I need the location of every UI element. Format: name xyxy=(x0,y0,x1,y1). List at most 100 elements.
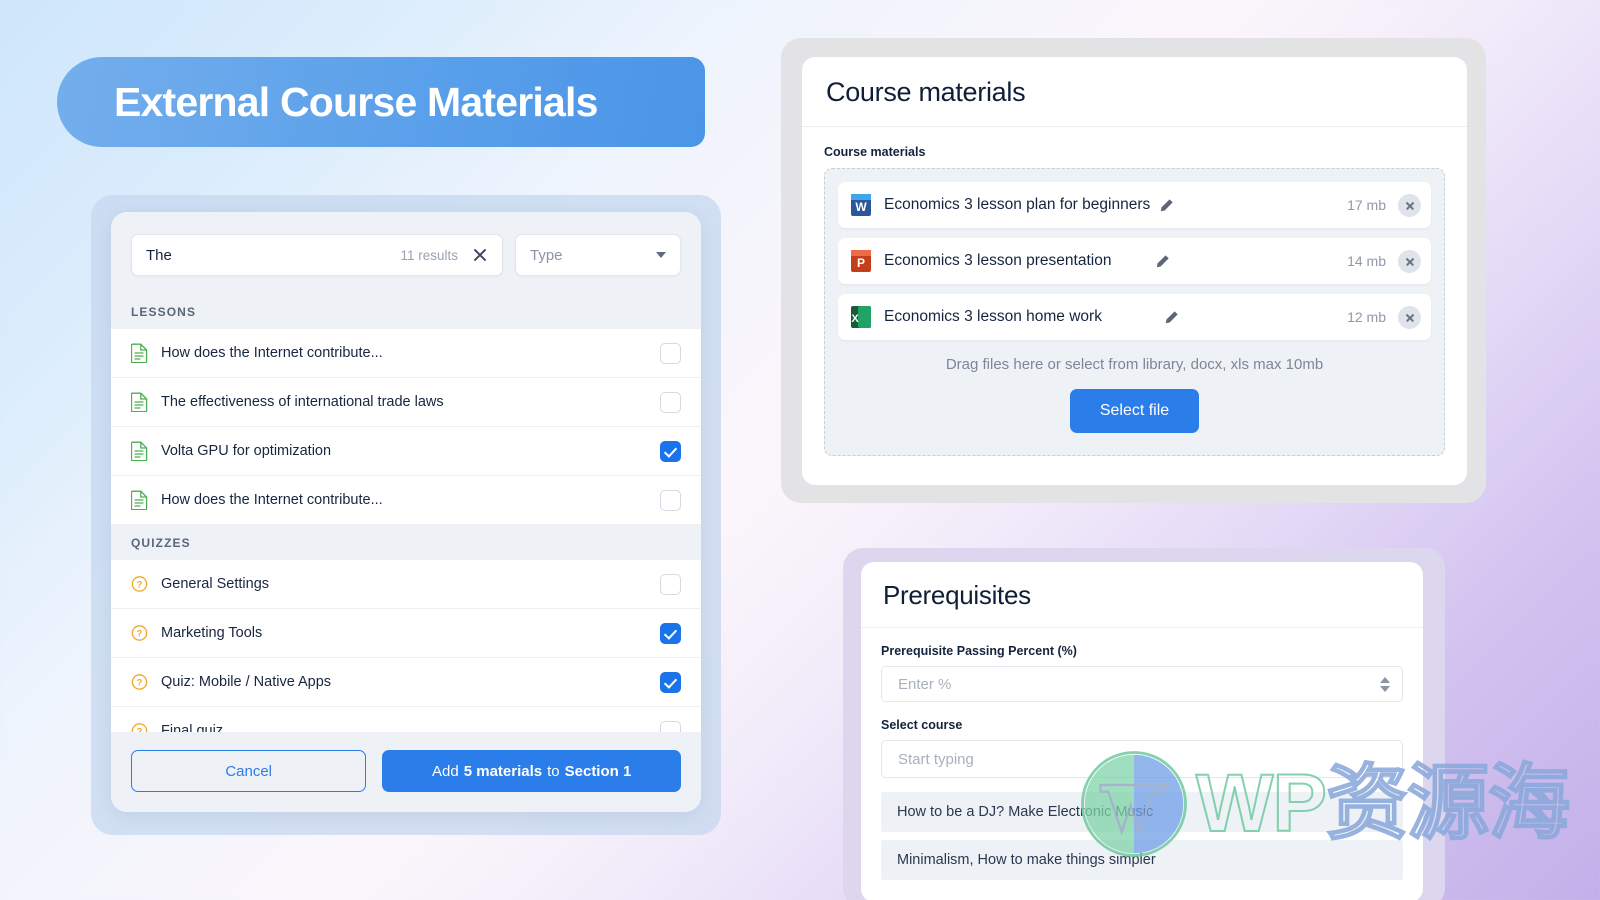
add-button-middle: to xyxy=(547,762,560,780)
course-materials-header: Course materials xyxy=(802,57,1467,127)
search-input-value: The xyxy=(146,246,172,264)
quiz-icon: ? xyxy=(131,576,148,592)
list-item-label: Volta GPU for optimization xyxy=(161,443,332,459)
course-materials-card: Course materials Course materials W Econ… xyxy=(802,57,1467,485)
drop-hint-text: Drag files here or select from library, … xyxy=(945,356,1324,373)
list-item[interactable]: How does the Internet contribute... xyxy=(111,329,701,378)
list-item-checkbox[interactable] xyxy=(660,391,681,413)
course-materials-field-label: Course materials xyxy=(824,145,926,159)
quiz-icon: ? xyxy=(131,723,148,732)
select-file-wrap: Select file xyxy=(838,389,1431,433)
file-row[interactable]: P Economics 3 lesson presentation 14 mb xyxy=(838,238,1431,284)
list-item[interactable]: ? Quiz: Mobile / Native Apps xyxy=(111,658,701,707)
document-icon xyxy=(131,392,148,412)
excel-file-icon: X xyxy=(851,306,871,328)
close-circle-icon[interactable] xyxy=(1398,305,1421,329)
number-spinner[interactable] xyxy=(1380,676,1396,692)
pencil-icon[interactable] xyxy=(1164,310,1179,325)
chevron-down-icon xyxy=(656,252,666,258)
prerequisites-body: Prerequisite Passing Percent (%) Enter %… xyxy=(861,628,1423,880)
file-size: 14 mb xyxy=(1347,253,1386,269)
list-item[interactable]: ? General Settings xyxy=(111,560,701,609)
file-name: Economics 3 lesson plan for beginners xyxy=(884,196,1151,213)
group-header-lessons: LESSONS xyxy=(111,294,701,329)
list-item[interactable]: Volta GPU for optimization xyxy=(111,427,701,476)
select-file-button[interactable]: Select file xyxy=(1069,389,1200,433)
pencil-icon[interactable] xyxy=(1155,254,1170,269)
prerequisites-title: Prerequisites xyxy=(883,580,1031,610)
list-item-checkbox[interactable] xyxy=(660,622,681,644)
svg-text:?: ? xyxy=(137,678,143,688)
list-item-checkbox[interactable] xyxy=(660,440,681,462)
passing-percent-placeholder: Enter % xyxy=(898,675,952,693)
add-button-section: Section 1 xyxy=(564,762,632,780)
course-suggestion-item[interactable]: Minimalism, How to make things simpler xyxy=(881,840,1403,880)
svg-text:?: ? xyxy=(137,580,143,590)
list-item[interactable]: The effectiveness of international trade… xyxy=(111,378,701,427)
material-list[interactable]: LESSONS How does the Internet contribute… xyxy=(111,294,701,732)
search-input[interactable]: The 11 results xyxy=(131,234,503,276)
group-header-quizzes: QUIZZES xyxy=(111,525,701,560)
document-icon xyxy=(131,441,148,461)
file-size: 17 mb xyxy=(1347,197,1386,213)
list-item-label: The effectiveness of international trade… xyxy=(161,394,444,410)
list-item-checkbox[interactable] xyxy=(660,489,681,511)
material-picker-dialog: The 11 results Type LESSONS How does the… xyxy=(111,212,701,812)
page-title: External Course Materials xyxy=(114,78,598,125)
file-dropzone[interactable]: W Economics 3 lesson plan for beginners … xyxy=(824,168,1445,456)
type-filter-select[interactable]: Type xyxy=(515,234,681,276)
svg-text:P: P xyxy=(857,256,865,270)
spinner-down-icon[interactable] xyxy=(1380,685,1390,692)
add-materials-button[interactable]: Add 5 materials to Section 1 xyxy=(382,750,681,792)
word-file-icon: W xyxy=(851,194,871,216)
list-item-label: Quiz: Mobile / Native Apps xyxy=(161,674,332,690)
list-item[interactable]: ? Final quiz xyxy=(111,707,701,732)
list-item[interactable]: How does the Internet contribute... xyxy=(111,476,701,525)
document-icon xyxy=(131,343,148,363)
course-materials-body: Course materials W Economics 3 lesson pl… xyxy=(802,127,1467,485)
close-circle-icon[interactable] xyxy=(1398,193,1421,217)
close-icon[interactable] xyxy=(472,247,488,263)
add-button-prefix: Add xyxy=(432,762,459,780)
prerequisites-header: Prerequisites xyxy=(861,562,1423,628)
powerpoint-file-icon: P xyxy=(851,250,871,272)
spinner-up-icon[interactable] xyxy=(1380,676,1390,683)
file-size: 12 mb xyxy=(1347,309,1386,325)
picker-footer: Cancel Add 5 materials to Section 1 xyxy=(111,732,701,812)
search-results-count: 11 results xyxy=(400,247,458,263)
svg-text:W: W xyxy=(855,200,867,214)
list-item-label: How does the Internet contribute... xyxy=(161,492,383,508)
pencil-icon[interactable] xyxy=(1159,198,1174,213)
list-item-label: Marketing Tools xyxy=(161,625,263,641)
course-suggestion-item[interactable]: How to be a DJ? Make Electronic Music xyxy=(881,792,1403,832)
list-item[interactable]: ? Marketing Tools xyxy=(111,609,701,658)
type-filter-label: Type xyxy=(530,246,563,264)
page-title-banner: External Course Materials xyxy=(57,57,705,147)
passing-percent-label: Prerequisite Passing Percent (%) xyxy=(881,644,1077,658)
list-item-checkbox[interactable] xyxy=(660,573,681,595)
prerequisites-card: Prerequisites Prerequisite Passing Perce… xyxy=(861,562,1423,900)
list-item-label: Final quiz xyxy=(161,723,224,732)
passing-percent-input[interactable]: Enter % xyxy=(881,666,1403,702)
file-row[interactable]: X Economics 3 lesson home work 12 mb xyxy=(838,294,1431,340)
document-icon xyxy=(131,490,148,510)
close-circle-icon[interactable] xyxy=(1398,249,1421,273)
picker-toolbar: The 11 results Type xyxy=(111,212,701,294)
list-item-label: General Settings xyxy=(161,576,270,592)
list-item-label: How does the Internet contribute... xyxy=(161,345,383,361)
cancel-button[interactable]: Cancel xyxy=(131,750,367,792)
quiz-icon: ? xyxy=(131,674,148,690)
course-materials-title: Course materials xyxy=(826,77,1026,107)
select-course-label: Select course xyxy=(881,718,963,732)
svg-text:?: ? xyxy=(137,629,143,639)
file-name: Economics 3 lesson home work xyxy=(884,308,1102,325)
list-item-checkbox[interactable] xyxy=(660,720,681,732)
list-item-checkbox[interactable] xyxy=(660,342,681,364)
svg-text:X: X xyxy=(851,313,859,325)
quiz-icon: ? xyxy=(131,625,148,641)
select-course-input[interactable]: Start typing xyxy=(881,740,1403,778)
file-name: Economics 3 lesson presentation xyxy=(884,252,1112,269)
list-item-checkbox[interactable] xyxy=(660,671,681,693)
add-button-count: 5 materials xyxy=(463,762,543,780)
file-row[interactable]: W Economics 3 lesson plan for beginners … xyxy=(838,182,1431,228)
